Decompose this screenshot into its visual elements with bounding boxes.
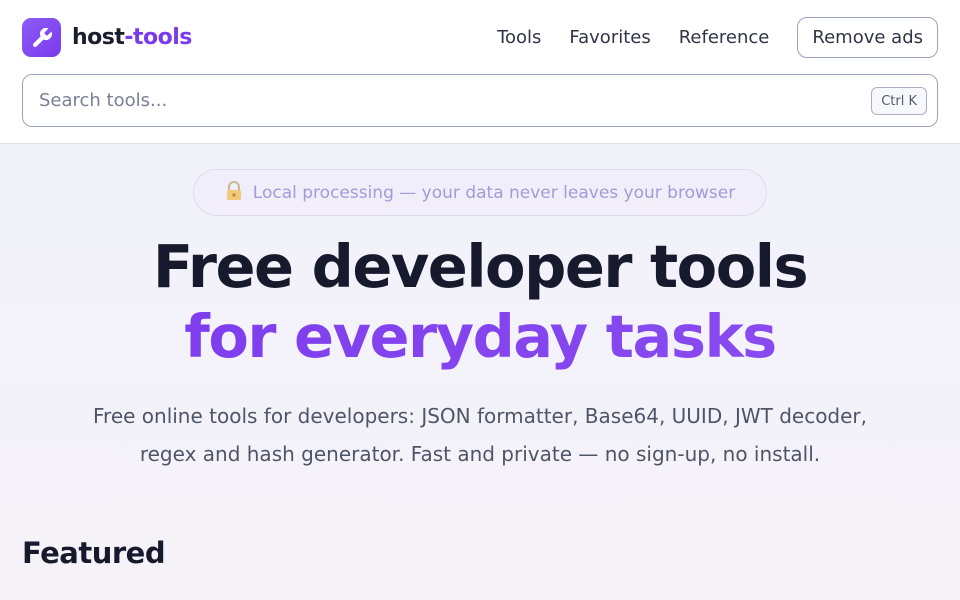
hero-subtitle-line2: regex and hash generator. Fast and priva… [139,442,821,466]
search-input[interactable] [39,90,937,111]
site-name: host-tools [72,25,192,50]
hero-title-line2: for everyday tasks [0,304,960,370]
nav-link-tools[interactable]: Tools [497,27,541,48]
remove-ads-button[interactable]: Remove ads [797,17,938,58]
featured-heading: Featured [22,536,166,570]
hero-title: Free developer tools for everyday tasks [0,230,960,370]
main-nav: Tools Favorites Reference Remove ads [497,17,938,58]
lock-icon [225,180,243,205]
site-header: host-tools Tools Favorites Reference Rem… [0,0,960,144]
hero-subtitle-line1: Free online tools for developers: JSON f… [92,404,868,428]
wrench-icon [22,18,61,57]
search-box: Ctrl K [22,74,938,127]
hero-title-line1: Free developer tools [152,232,809,301]
nav-link-reference[interactable]: Reference [679,27,770,48]
site-logo[interactable]: host-tools [22,18,192,57]
keyboard-shortcut-hint: Ctrl K [871,87,927,115]
nav-link-favorites[interactable]: Favorites [569,27,650,48]
privacy-badge: Local processing — your data never leave… [193,169,767,216]
privacy-badge-text: Local processing — your data never leave… [252,182,736,203]
hero-subtitle: Free online tools for developers: JSON f… [30,397,930,473]
